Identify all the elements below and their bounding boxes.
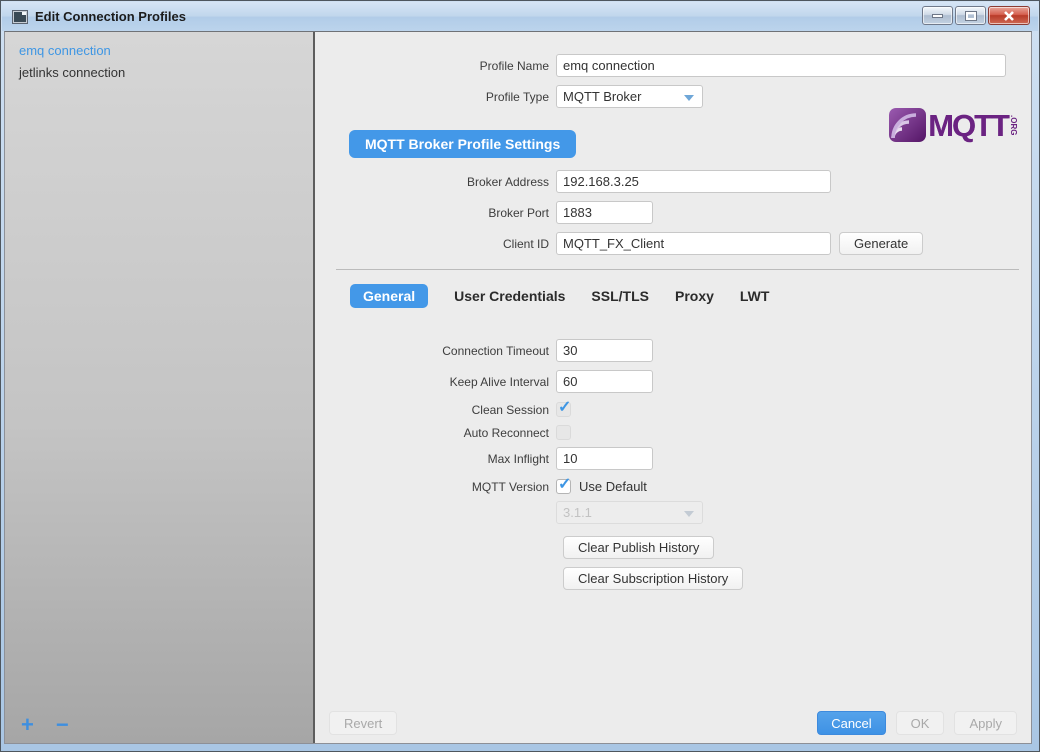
add-profile-button[interactable]: + — [21, 715, 34, 735]
tab-lwt[interactable]: LWT — [740, 288, 770, 304]
tab-proxy[interactable]: Proxy — [675, 288, 714, 304]
generate-button[interactable]: Generate — [839, 232, 923, 255]
max-inflight-label: Max Inflight — [315, 452, 556, 466]
maximize-icon — [966, 12, 976, 20]
keep-alive-row: Keep Alive Interval — [315, 370, 1031, 393]
keep-alive-label: Keep Alive Interval — [315, 375, 556, 389]
broker-settings-header: MQTT Broker Profile Settings — [349, 130, 576, 158]
max-inflight-row: Max Inflight — [315, 447, 1031, 470]
profile-name-label: Profile Name — [315, 59, 556, 73]
client-id-row: Client ID Generate — [315, 232, 1031, 255]
mqtt-version-row: MQTT Version ✓ Use Default — [315, 478, 1031, 495]
clean-session-row: Clean Session ✓ — [315, 401, 1031, 418]
check-icon: ✓ — [558, 474, 571, 494]
connection-timeout-input[interactable] — [556, 339, 653, 362]
keep-alive-input[interactable] — [556, 370, 653, 393]
mqtt-org-logo: MQTT .ORG — [889, 108, 1017, 142]
tab-user-credentials[interactable]: User Credentials — [454, 288, 565, 304]
settings-tabs: General User Credentials SSL/TLS Proxy L… — [350, 282, 1031, 309]
section-divider — [336, 269, 1019, 270]
profile-type-row: Profile Type MQTT Broker — [315, 85, 1031, 108]
tab-ssl-tls[interactable]: SSL/TLS — [591, 288, 649, 304]
chevron-down-icon — [684, 95, 694, 101]
use-default-label: Use Default — [579, 479, 647, 494]
clear-subscription-history-button[interactable]: Clear Subscription History — [563, 567, 743, 590]
mqtt-logo-icon — [889, 108, 926, 142]
broker-address-row: Broker Address — [315, 170, 1031, 193]
close-icon — [1003, 11, 1015, 21]
profile-name-input[interactable] — [556, 54, 1006, 77]
profile-editor-panel: MQTT .ORG Profile Name Profile Type MQTT… — [315, 32, 1031, 743]
profile-type-dropdown[interactable]: MQTT Broker — [556, 85, 703, 108]
dialog-footer: Revert Cancel OK Apply — [315, 711, 1031, 735]
check-icon: ✓ — [558, 397, 571, 417]
connection-timeout-row: Connection Timeout — [315, 339, 1031, 362]
auto-reconnect-label: Auto Reconnect — [315, 426, 556, 440]
titlebar: Edit Connection Profiles — [2, 2, 1038, 31]
connection-timeout-label: Connection Timeout — [315, 344, 556, 358]
revert-button[interactable]: Revert — [329, 711, 397, 735]
tab-general[interactable]: General — [350, 284, 428, 308]
mqtt-logo-org: .ORG — [1009, 115, 1017, 135]
remove-profile-button[interactable]: − — [56, 715, 69, 735]
minimize-icon — [932, 14, 943, 18]
mqtt-version-label: MQTT Version — [315, 480, 556, 494]
ok-button[interactable]: OK — [896, 711, 945, 735]
profile-name-row: Profile Name — [315, 54, 1031, 77]
clean-session-label: Clean Session — [315, 403, 556, 417]
sidebar-item-emq-connection[interactable]: emq connection — [5, 40, 313, 62]
auto-reconnect-checkbox[interactable] — [556, 425, 571, 440]
profile-type-label: Profile Type — [315, 90, 556, 104]
use-default-checkbox[interactable]: ✓ — [556, 479, 571, 494]
broker-port-label: Broker Port — [315, 206, 556, 220]
max-inflight-input[interactable] — [556, 447, 653, 470]
auto-reconnect-row: Auto Reconnect — [315, 424, 1031, 441]
close-button[interactable] — [988, 6, 1030, 25]
window-title: Edit Connection Profiles — [35, 9, 186, 24]
broker-address-input[interactable] — [556, 170, 831, 193]
app-window-icon — [12, 10, 28, 24]
mqtt-version-value: 3.1.1 — [563, 505, 592, 520]
broker-address-label: Broker Address — [315, 175, 556, 189]
broker-port-row: Broker Port — [315, 201, 1031, 224]
mqtt-version-select-row: 3.1.1 — [315, 501, 1031, 524]
client-id-input[interactable] — [556, 232, 831, 255]
mqtt-logo-text: MQTT — [928, 110, 1008, 141]
clear-publish-history-button[interactable]: Clear Publish History — [563, 536, 714, 559]
client-id-label: Client ID — [315, 237, 556, 251]
apply-button[interactable]: Apply — [954, 711, 1017, 735]
broker-port-input[interactable] — [556, 201, 653, 224]
profile-type-value: MQTT Broker — [563, 89, 642, 104]
chevron-down-icon — [684, 511, 694, 517]
mqtt-version-dropdown[interactable]: 3.1.1 — [556, 501, 703, 524]
minimize-button[interactable] — [922, 6, 953, 25]
clean-session-checkbox[interactable]: ✓ — [556, 402, 571, 417]
edit-connection-profiles-window: Edit Connection Profiles emq connection … — [0, 0, 1040, 752]
cancel-button[interactable]: Cancel — [817, 711, 885, 735]
profiles-sidebar: emq connection jetlinks connection + − — [5, 32, 315, 743]
maximize-button[interactable] — [955, 6, 986, 25]
sidebar-item-jetlinks-connection[interactable]: jetlinks connection — [5, 62, 313, 84]
